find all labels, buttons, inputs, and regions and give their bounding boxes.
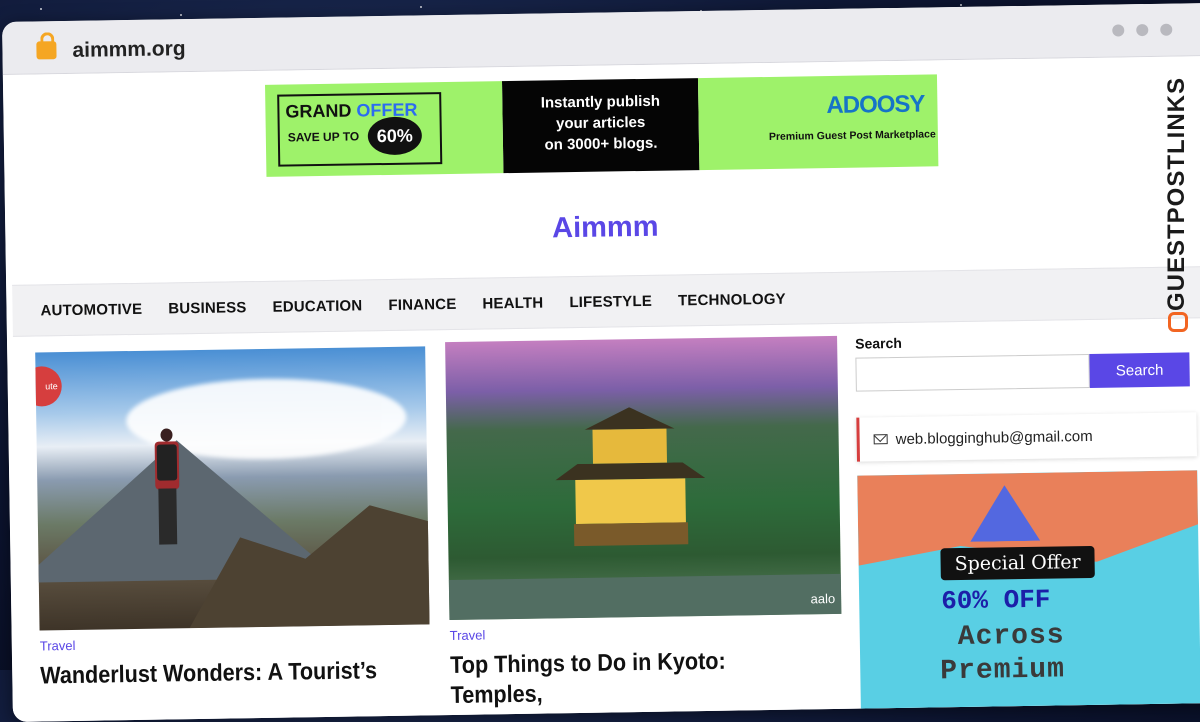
post-card[interactable]: ute Travel Wanderlust Wonders: A Tourist…: [35, 346, 430, 691]
search-input[interactable]: [855, 353, 1090, 392]
banner-offer-panel: GRAND OFFER SAVE UP TO 60%: [265, 81, 504, 177]
nav-item-automotive[interactable]: AUTOMOTIVE: [40, 300, 142, 319]
link-icon: [1168, 312, 1188, 332]
main-nav: AUTOMOTIVE BUSINESS EDUCATION FINANCE HE…: [12, 266, 1200, 337]
headline-line: on 3000+ blogs.: [544, 134, 658, 154]
web-page: GRAND OFFER SAVE UP TO 60% Instantly pub…: [2, 55, 1200, 722]
nav-item-finance[interactable]: FINANCE: [388, 295, 456, 313]
contact-email-box: web.blogginghub@gmail.com: [856, 412, 1197, 462]
star: [420, 6, 422, 8]
window-dot[interactable]: [1160, 23, 1173, 36]
golden-pavilion: [554, 406, 706, 558]
sidebar: Search Search web.blogginghub@gmail.com …: [855, 330, 1200, 716]
browser-window: aimmm.org GRAND OFFER SAVE UP TO 60% Ins…: [2, 2, 1200, 722]
watermark-text: GUESTPOSTLINKS: [1163, 76, 1190, 312]
nav-item-health[interactable]: HEALTH: [482, 294, 543, 312]
promo-premium: Premium: [940, 654, 1066, 688]
temple-base: [573, 522, 689, 547]
temple-floor: [592, 428, 668, 464]
adoosy-logo-rest: DOOSY: [842, 90, 925, 119]
window-controls: [1112, 23, 1173, 37]
address-bar[interactable]: aimmm.org: [72, 37, 186, 63]
save-up-to-text: SAVE UP TO: [287, 129, 360, 145]
post-category[interactable]: Travel: [450, 622, 842, 643]
window-dot[interactable]: [1112, 24, 1125, 37]
hiker-legs: [158, 488, 178, 545]
lock-icon: [36, 41, 57, 60]
nav-item-business[interactable]: BUSINESS: [168, 299, 247, 317]
star: [40, 8, 42, 10]
post-title[interactable]: Top Things to Do in Kyoto: Temples,: [450, 646, 804, 712]
nav-item-lifestyle[interactable]: LIFESTYLE: [569, 292, 652, 310]
envelope-icon: [873, 434, 888, 445]
promo-across: Across: [957, 620, 1065, 654]
post-category[interactable]: Travel: [40, 632, 430, 654]
hiker-backpack: [156, 444, 178, 481]
banner-tagline: Premium Guest Post Marketplace: [768, 128, 936, 143]
pond-shape: [448, 573, 842, 621]
search-label: Search: [855, 334, 902, 352]
promo-special-offer: Special Offer: [940, 545, 1095, 581]
banner-headline-panel: Instantly publish your articles on 3000+…: [501, 78, 700, 174]
search-form: Search: [855, 352, 1195, 392]
ad-banner[interactable]: GRAND OFFER SAVE UP TO 60% Instantly pub…: [265, 74, 939, 177]
temple-floor: [575, 478, 686, 525]
adoosy-logo-a: A: [826, 91, 843, 120]
post-image-kyoto[interactable]: aalo: [445, 335, 842, 621]
site-brand[interactable]: Aimmm: [5, 202, 1200, 254]
post-title[interactable]: Wanderlust Wonders: A Tourist’s: [40, 656, 391, 692]
star: [180, 14, 182, 16]
temple-roof: [584, 406, 674, 429]
promo-ad[interactable]: Special Offer 60% OFF Across Premium: [857, 470, 1200, 716]
post-badge: ute: [35, 366, 63, 407]
nav-item-technology[interactable]: TECHNOLOGY: [678, 290, 786, 309]
image-watermark: aalo: [810, 590, 836, 607]
grand-label: GRAND: [285, 100, 352, 122]
hiker-figure: [151, 428, 183, 548]
star: [960, 4, 962, 6]
search-button[interactable]: Search: [1089, 352, 1190, 388]
adoosy-logo: ADOOSY: [826, 91, 924, 121]
nav-item-education[interactable]: EDUCATION: [272, 297, 362, 315]
banner-brand-panel: ADOOSY Premium Guest Post Marketplace: [697, 74, 939, 171]
promo-discount: 60% OFF: [940, 584, 1051, 617]
guestpostlinks-watermark: GUESTPOSTLINKS: [1162, 60, 1192, 332]
contact-email[interactable]: web.blogginghub@gmail.com: [896, 427, 1093, 447]
window-dot[interactable]: [1136, 23, 1149, 37]
post-card[interactable]: aalo Travel Top Things to Do in Kyoto: T…: [445, 335, 843, 712]
hiker-head: [160, 428, 173, 442]
post-image-hiker[interactable]: ute: [35, 346, 430, 631]
